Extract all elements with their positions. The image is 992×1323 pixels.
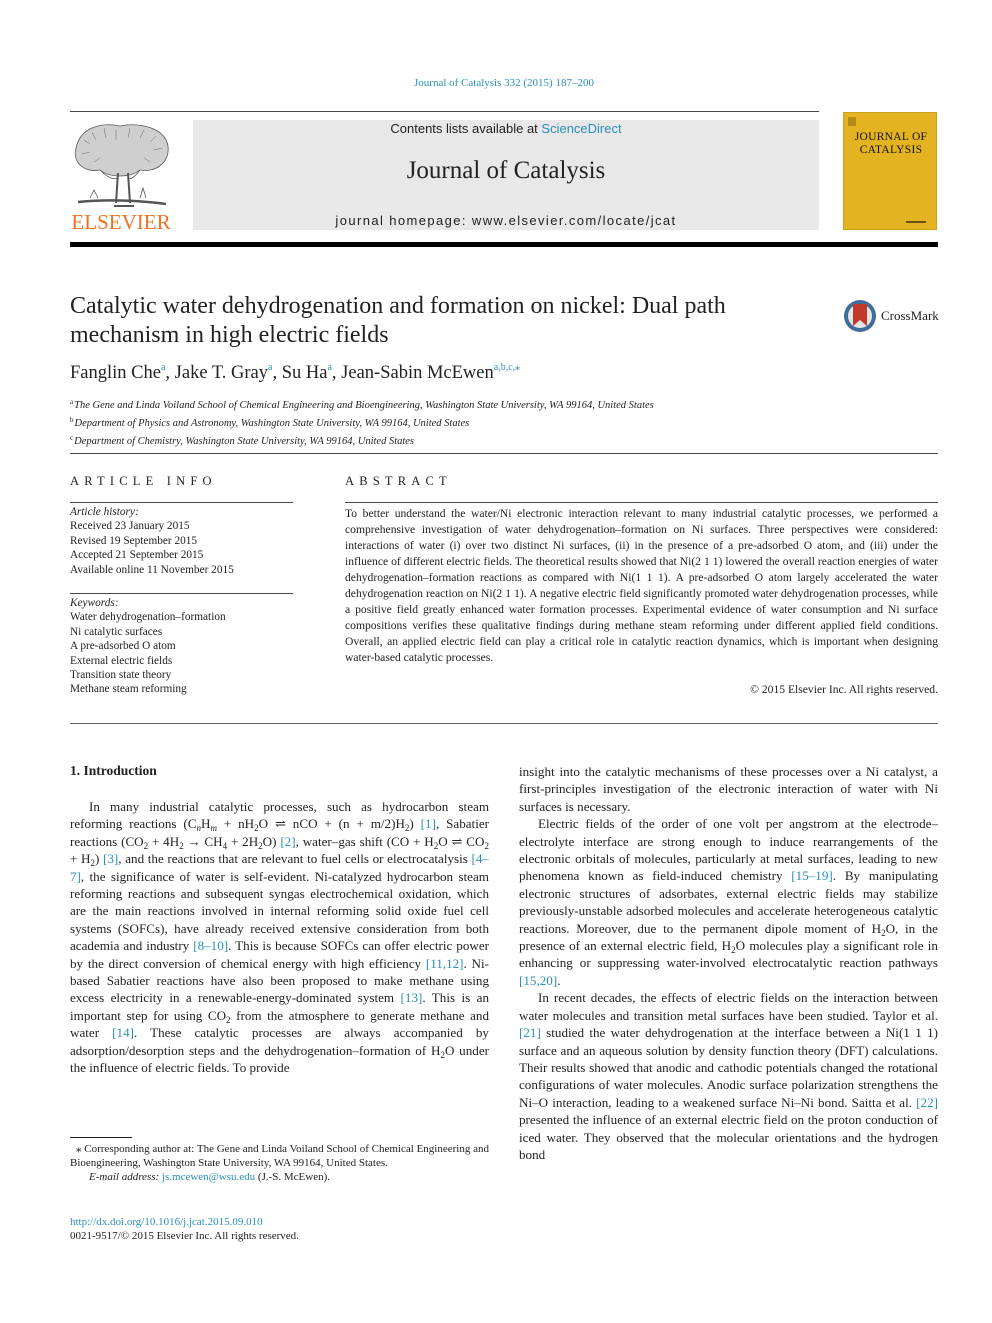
reference-link[interactable]: [8–10] [193, 938, 228, 953]
cover-emblem-icon [848, 117, 856, 126]
keywords-rule [70, 593, 293, 594]
article-info-heading: ARTICLE INFO [70, 474, 217, 488]
affiliation-text: Department of Physics and Astronomy, Was… [74, 418, 470, 429]
email-link[interactable]: js.mcewen@wsu.edu [162, 1171, 255, 1183]
footnote-rule [70, 1137, 132, 1138]
author-name: Fanglin Che [70, 363, 161, 383]
body-column-left: In many industrial catalytic processes, … [70, 798, 489, 1077]
reference-link[interactable]: [11,12] [426, 956, 464, 971]
email-suffix: (J.-S. McEwen). [255, 1171, 331, 1183]
reference-link[interactable]: [3] [103, 851, 118, 866]
history-label: Article history: [70, 506, 139, 518]
abstract-rule [345, 502, 938, 503]
affiliation-text: The Gene and Linda Voiland School of Che… [74, 400, 654, 411]
affiliation-key: a [70, 398, 74, 406]
contents-available-line: Contents lists available at ScienceDirec… [193, 121, 819, 136]
history-item: Available online 11 November 2015 [70, 563, 234, 576]
keyword-item: Methane steam reforming [70, 683, 187, 696]
sciencedirect-link[interactable]: ScienceDirect [541, 121, 621, 136]
paragraph: insight into the catalytic mechanisms of… [519, 764, 938, 814]
homepage-link[interactable]: www.elsevier.com/locate/jcat [472, 213, 677, 228]
section-heading-introduction: 1. Introduction [70, 763, 157, 778]
body-column-right: insight into the catalytic mechanisms of… [519, 763, 938, 1163]
reference-link[interactable]: [22] [916, 1095, 938, 1110]
author-affiliation-link[interactable]: a [327, 362, 331, 373]
keyword-item: Ni catalytic surfaces [70, 625, 163, 638]
author-name: Jean-Sabin McEwen [341, 363, 494, 383]
paragraph: In recent decades, the effects of electr… [519, 990, 938, 1162]
keyword-item: A pre-adsorbed O atom [70, 640, 176, 653]
affiliation-item: aThe Gene and Linda Voiland School of Ch… [70, 395, 870, 413]
author-affiliation-link[interactable]: a,b,c,⁎ [494, 362, 520, 373]
keyword-item: Water dehydrogenation–formation [70, 611, 226, 624]
reference-link[interactable]: [21] [519, 1025, 541, 1040]
author-name: Jake T. Gray [174, 363, 268, 383]
article-history: Article history: Received 23 January 201… [70, 505, 293, 577]
keyword-item: Transition state theory [70, 669, 172, 682]
header-thick-rule [70, 242, 938, 247]
history-item: Accepted 21 September 2015 [70, 549, 204, 562]
email-label: E-mail address: [89, 1171, 162, 1183]
affiliation-key: c [70, 434, 74, 442]
elsevier-wordmark: ELSEVIER [71, 210, 171, 234]
cover-footer-mark [906, 221, 926, 223]
cover-title-line2: CATALYSIS [859, 144, 923, 156]
issn-copyright: 0021-9517/© 2015 Elsevier Inc. All right… [70, 1230, 299, 1242]
reference-link[interactable]: [1] [421, 816, 436, 831]
keywords-label: Keywords: [70, 597, 119, 609]
paragraph: Electric fields of the order of one volt… [519, 816, 938, 988]
section-divider [70, 453, 938, 454]
section-divider [70, 723, 938, 724]
email-line: E-mail address: js.mcewen@wsu.edu (J.-S.… [70, 1170, 489, 1184]
footnote: ⁎ Corresponding author at: The Gene and … [70, 1142, 489, 1184]
affiliation-item: bDepartment of Physics and Astronomy, Wa… [70, 413, 870, 431]
affiliation-text: Department of Chemistry, Washington Stat… [74, 436, 415, 447]
crossmark-button[interactable]: CrossMark [843, 298, 939, 334]
reference-link[interactable]: [2] [280, 834, 295, 849]
history-item: Received 23 January 2015 [70, 520, 190, 533]
author-affiliation-link[interactable]: a [161, 362, 165, 373]
author-affiliation-link[interactable]: a [268, 362, 272, 373]
article-title: Catalytic water dehydrogenation and form… [70, 293, 726, 348]
author-list: Fanglin Chea, Jake T. Graya, Su Haa, Jea… [70, 362, 521, 383]
abstract-heading: ABSTRACT [345, 474, 452, 488]
contents-prefix: Contents lists available at [390, 121, 542, 136]
homepage-prefix: journal homepage: [335, 213, 472, 228]
journal-title: Journal of Catalysis [406, 157, 606, 184]
cover-title-line1: JOURNAL OF [854, 131, 928, 143]
journal-homepage-line: journal homepage: www.elsevier.com/locat… [193, 213, 819, 228]
affiliation-key: b [70, 416, 74, 424]
doi-link[interactable]: http://dx.doi.org/10.1016/j.jcat.2015.09… [70, 1216, 263, 1228]
header-top-rule [70, 111, 819, 112]
journal-cover-thumbnail[interactable]: JOURNAL OF CATALYSIS [843, 112, 937, 230]
keyword-item: External electric fields [70, 654, 173, 667]
crossmark-label: CrossMark [881, 308, 939, 323]
crossmark-icon [844, 300, 876, 332]
history-item: Revised 19 September 2015 [70, 534, 198, 547]
author-name: Su Ha [281, 363, 328, 383]
journal-citation-link[interactable]: Journal of Catalysis 332 (2015) 187–200 [0, 77, 992, 89]
corresponding-author-note: ⁎ Corresponding author at: The Gene and … [70, 1143, 489, 1169]
paragraph: In many industrial catalytic processes, … [70, 799, 490, 1076]
abstract-text: To better understand the water/Ni electr… [345, 507, 938, 664]
abstract-copyright: © 2015 Elsevier Inc. All rights reserved… [750, 683, 938, 696]
reference-link[interactable]: [13] [401, 990, 423, 1005]
reference-link[interactable]: [14] [112, 1025, 134, 1040]
keywords-list: Keywords: Water dehydrogenation–formatio… [70, 596, 293, 697]
affiliation-list: aThe Gene and Linda Voiland School of Ch… [70, 395, 870, 449]
article-info-rule [70, 502, 293, 503]
reference-link[interactable]: [15–19] [791, 868, 832, 883]
affiliation-item: cDepartment of Chemistry, Washington Sta… [70, 431, 870, 449]
reference-link[interactable]: [15,20] [519, 973, 557, 988]
cover-title: JOURNAL OF CATALYSIS [844, 131, 938, 157]
